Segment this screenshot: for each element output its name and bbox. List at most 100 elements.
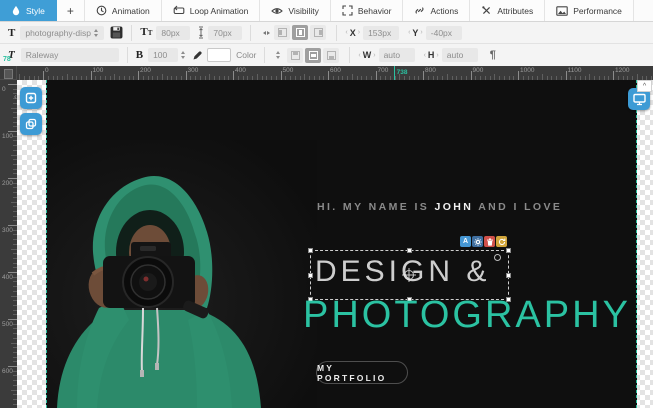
color-swatch[interactable] — [207, 48, 231, 62]
ruler-label: 1000 — [520, 67, 534, 74]
valign-middle-button[interactable] — [305, 48, 321, 63]
ruler-label: 900 — [473, 67, 484, 74]
settings-element-button[interactable] — [472, 236, 483, 247]
align-center-button[interactable] — [292, 25, 308, 40]
ruler-label: 200 — [140, 67, 151, 74]
element-context-toolbar: A — [460, 236, 507, 247]
ruler-label: 0 — [45, 67, 49, 74]
valign-top-button[interactable] — [287, 48, 303, 63]
ruler-tick — [8, 272, 17, 273]
headline-photography[interactable]: PHOTOGRAPHY — [303, 294, 631, 337]
pos-y-label: Y — [408, 28, 423, 38]
paragraph-icon[interactable]: ¶ — [490, 49, 496, 61]
tab-animation[interactable]: Animation — [85, 0, 162, 21]
ruler-label: 300 — [2, 227, 13, 234]
tab-bar: Style + Animation Loop Animation Visibility B… — [0, 0, 653, 22]
selection-handle[interactable] — [308, 248, 313, 253]
tab-label: Actions — [430, 6, 458, 16]
rotate-handle[interactable] — [494, 254, 501, 261]
ruler-label: 200 — [2, 180, 13, 187]
style-panel-row-typography: T photography-disp TT 80px 70px X 153px … — [0, 22, 653, 44]
tab-behavior[interactable]: Behavior — [331, 0, 404, 21]
style-panel-row-font: T Raleway B 100 Color W auto H auto ¶ — [0, 44, 653, 66]
intro-suffix: AND I LOVE — [473, 201, 562, 213]
hero-intro-text[interactable]: HI. MY NAME IS JOHN AND I LOVE — [317, 201, 562, 213]
tab-actions[interactable]: Actions — [403, 0, 470, 21]
rotate-element-button[interactable] — [496, 236, 507, 247]
page-origin-icon — [4, 69, 13, 79]
font-family-field[interactable]: Raleway — [21, 48, 119, 62]
scroll-up-button[interactable]: ^ — [637, 80, 652, 92]
vertical-ruler[interactable]: 0100200300400500600 — [0, 80, 17, 408]
editor-window: Style + Animation Loop Animation Visibility B… — [0, 0, 653, 408]
weight-stepper-icon[interactable] — [181, 51, 185, 59]
tab-attributes[interactable]: Attributes — [470, 0, 545, 21]
loop-icon — [173, 5, 185, 16]
pos-x-label: X — [345, 28, 360, 38]
font-preset-select[interactable]: photography-disp — [20, 26, 104, 40]
font-weight-field[interactable]: 100 — [148, 48, 178, 62]
tab-performance[interactable]: Performance — [545, 0, 634, 21]
tab-loop-animation[interactable]: Loop Animation — [162, 0, 261, 21]
height-label: H — [424, 50, 439, 60]
selection-handle[interactable] — [407, 248, 412, 253]
add-element-button[interactable] — [20, 87, 42, 109]
move-crosshair-icon[interactable] — [401, 267, 417, 283]
ruler-tick — [233, 71, 234, 80]
ruler-tick — [91, 71, 92, 80]
eyedropper-button[interactable] — [192, 50, 203, 61]
width-field[interactable]: auto — [379, 48, 415, 62]
hero-section[interactable]: HI. MY NAME IS JOHN AND I LOVE A DESIGN … — [46, 80, 637, 408]
selection-box[interactable]: DESIGN & — [310, 250, 509, 300]
tab-add[interactable]: + — [57, 0, 85, 21]
letter-spacing-icon — [263, 31, 270, 35]
horizontal-ruler[interactable]: 0100200300400500600700800900100011001200… — [0, 66, 653, 80]
font-size-field[interactable]: 80px — [156, 26, 190, 40]
selection-handle[interactable] — [506, 273, 511, 278]
intro-name: JOHN — [434, 201, 473, 213]
ruler-tick — [376, 71, 377, 80]
pos-y-field[interactable]: -40px — [426, 26, 462, 40]
ruler-tick — [471, 71, 472, 80]
ruler-label: 500 — [2, 321, 13, 328]
tab-visibility[interactable]: Visibility — [260, 0, 331, 21]
line-height-field[interactable]: 70px — [208, 26, 242, 40]
eye-icon — [271, 6, 283, 16]
ruler-label: 800 — [425, 67, 436, 74]
intro-prefix: HI. MY NAME IS — [317, 201, 434, 213]
duplicate-element-button[interactable] — [20, 113, 42, 135]
save-preset-button[interactable] — [110, 26, 123, 39]
text-element-button[interactable]: A — [460, 236, 471, 247]
height-field[interactable]: auto — [442, 48, 478, 62]
ruler-tick — [8, 225, 17, 226]
tab-label: Behavior — [358, 6, 392, 16]
ruler-label: 600 — [330, 67, 341, 74]
ruler-tick — [186, 71, 187, 80]
ruler-tick — [8, 178, 17, 179]
my-portfolio-button[interactable]: MY PORTFOLIO — [316, 361, 408, 384]
ruler-tick — [423, 71, 424, 80]
align-right-button[interactable] — [310, 25, 326, 40]
font-size-icon: TT — [140, 25, 152, 40]
tab-label: Style — [26, 6, 45, 16]
ruler-label: 0 — [2, 86, 6, 93]
tab-label: Loop Animation — [190, 6, 249, 16]
ink-drop-icon — [11, 5, 21, 16]
dropdown-stepper-icon[interactable] — [94, 29, 98, 37]
ruler-tick — [8, 84, 17, 85]
clock-icon — [96, 5, 107, 16]
tab-style[interactable]: Style — [0, 0, 57, 21]
tab-label: Animation — [112, 6, 150, 16]
collapse-chevron-icon[interactable]: ‹ — [14, 92, 17, 101]
expand-icon — [342, 5, 353, 16]
selection-handle[interactable] — [506, 248, 511, 253]
valign-stepper-icon[interactable] — [276, 51, 280, 59]
selection-handle[interactable] — [308, 273, 313, 278]
pos-x-field[interactable]: 153px — [363, 26, 399, 40]
ruler-label: 100 — [2, 133, 13, 140]
valign-bottom-button[interactable] — [323, 48, 339, 63]
image-icon — [556, 6, 568, 16]
align-left-button[interactable] — [274, 25, 290, 40]
tools-icon — [481, 5, 492, 16]
delete-element-button[interactable] — [484, 236, 495, 247]
